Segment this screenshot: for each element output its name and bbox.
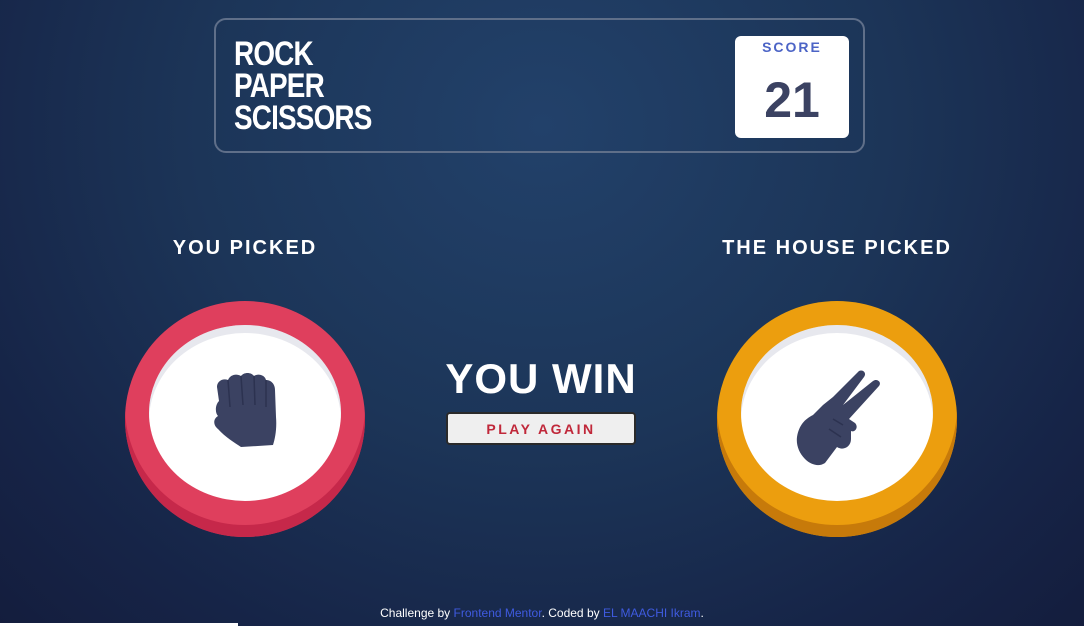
score-box: SCORE 21 [735, 36, 849, 138]
footer-middle: . Coded by [541, 606, 603, 620]
play-again-button[interactable]: PLAY AGAIN [446, 412, 636, 445]
title-line-scissors: SCISSORS [234, 99, 372, 137]
author-link[interactable]: EL MAACHI Ikram [603, 606, 701, 620]
scoreboard-header: ROCK PAPER SCISSORS SCORE 21 [214, 18, 865, 153]
score-label: SCORE [762, 39, 822, 55]
game-title: ROCK PAPER SCISSORS [234, 35, 372, 137]
frontend-mentor-link[interactable]: Frontend Mentor [454, 606, 542, 620]
rock-icon [214, 373, 277, 447]
scissors-icon [796, 370, 880, 466]
score-value: 21 [764, 72, 820, 128]
player-pick-label: YOU PICKED [172, 237, 318, 259]
title-line-rock: ROCK [234, 35, 314, 73]
house-choice-scissors [717, 301, 957, 537]
footer-suffix: . [700, 606, 704, 620]
footer-prefix: Challenge by [380, 606, 454, 620]
house-pick-label: THE HOUSE PICKED [722, 237, 952, 259]
player-choice-rock [125, 301, 365, 537]
title-line-paper: PAPER [234, 67, 325, 105]
footer-attribution: Challenge by Frontend Mentor. Coded by E… [0, 606, 1084, 620]
result-text: YOU WIN [445, 355, 637, 402]
